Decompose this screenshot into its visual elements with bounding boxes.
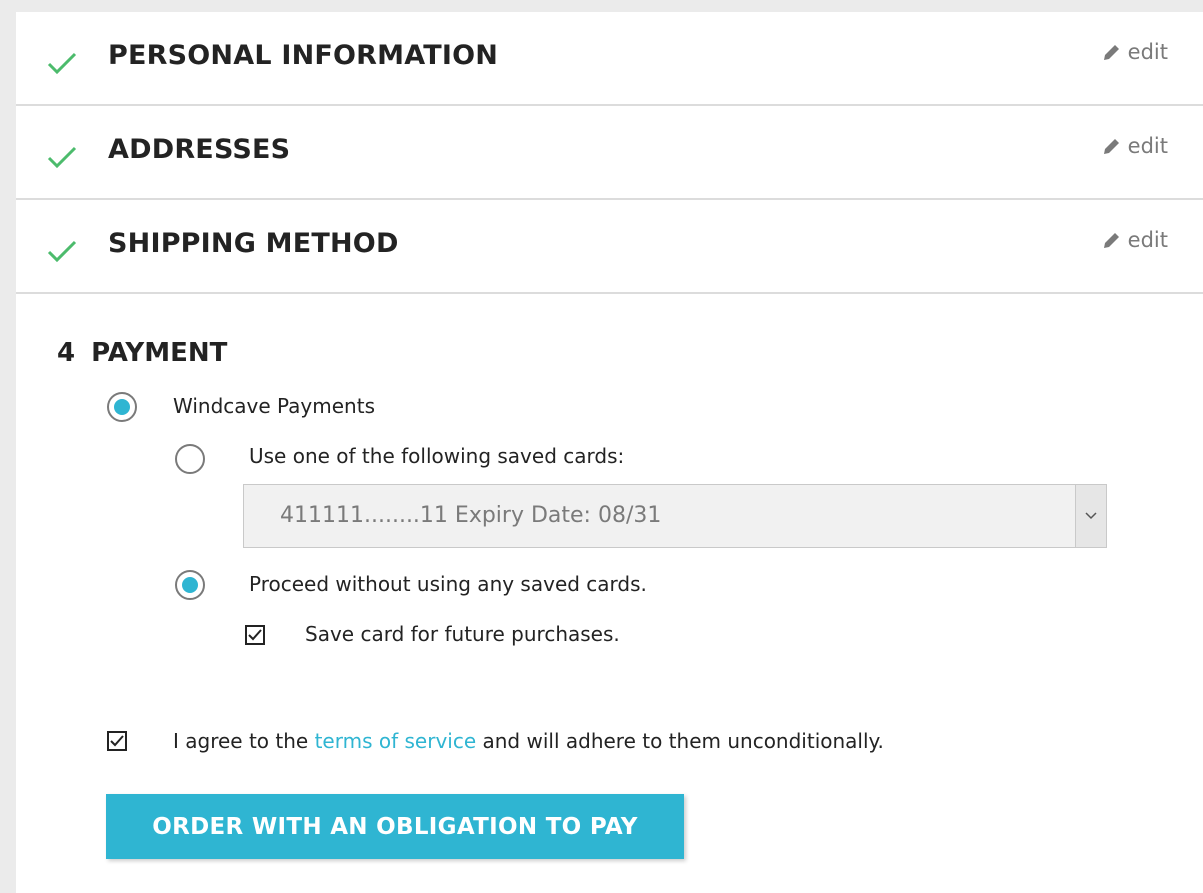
windcave-payments-radio[interactable] xyxy=(107,392,137,422)
terms-checkbox[interactable] xyxy=(107,731,127,751)
step-title: SHIPPING METHOD xyxy=(108,228,399,259)
payment-title: 4 PAYMENT xyxy=(57,338,227,368)
edit-link[interactable]: edit xyxy=(1102,40,1168,64)
step-number: 4 xyxy=(57,338,76,368)
chevron-down-icon xyxy=(1075,485,1106,547)
proceed-without-saved-card-label: Proceed without using any saved cards. xyxy=(249,572,647,596)
edit-label: edit xyxy=(1127,228,1168,252)
check-icon xyxy=(47,52,77,75)
step-addresses[interactable]: ADDRESSES edit xyxy=(16,106,1203,200)
check-icon xyxy=(47,146,77,169)
checkmark-icon xyxy=(110,735,124,747)
checkmark-icon xyxy=(248,629,262,641)
edit-label: edit xyxy=(1127,40,1168,64)
windcave-payments-label: Windcave Payments xyxy=(173,394,375,418)
step-title: PERSONAL INFORMATION xyxy=(108,40,499,71)
step-personal-information[interactable]: PERSONAL INFORMATION edit xyxy=(16,12,1203,106)
saved-cards-radio[interactable] xyxy=(175,444,205,474)
pencil-icon xyxy=(1103,139,1119,154)
save-card-label: Save card for future purchases. xyxy=(305,622,620,646)
step-title: PAYMENT xyxy=(91,338,228,368)
pencil-icon xyxy=(1103,233,1119,248)
terms-suffix: and will adhere to them unconditionally. xyxy=(482,729,884,753)
checkout-panel: PERSONAL INFORMATION edit ADDRESSES edit… xyxy=(16,12,1203,893)
edit-link[interactable]: edit xyxy=(1102,134,1168,158)
pencil-icon xyxy=(1103,45,1119,60)
terms-prefix: I agree to the xyxy=(173,729,309,753)
check-icon xyxy=(47,240,77,263)
save-card-checkbox[interactable] xyxy=(245,625,265,645)
edit-link[interactable]: edit xyxy=(1102,228,1168,252)
saved-card-select[interactable]: 411111........11 Expiry Date: 08/31 xyxy=(243,484,1107,548)
saved-cards-label: Use one of the following saved cards: xyxy=(249,444,625,468)
proceed-without-saved-card-radio[interactable] xyxy=(175,570,205,600)
step-shipping-method[interactable]: SHIPPING METHOD edit xyxy=(16,200,1203,294)
terms-label: I agree to the terms of service and will… xyxy=(173,729,884,753)
terms-of-service-link[interactable]: terms of service xyxy=(315,729,477,753)
step-title: ADDRESSES xyxy=(108,134,291,165)
edit-label: edit xyxy=(1127,134,1168,158)
order-button[interactable]: ORDER WITH AN OBLIGATION TO PAY xyxy=(106,794,684,859)
saved-card-value: 411111........11 Expiry Date: 08/31 xyxy=(280,503,662,528)
